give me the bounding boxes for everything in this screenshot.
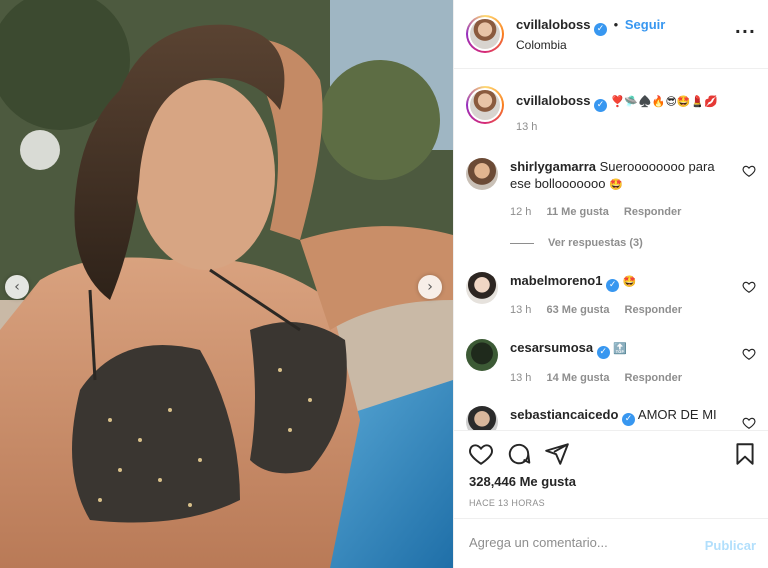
caption-row: cvillaloboss ✓ ❣️🛸♠️🔥😎🤩💄💋 13 h bbox=[466, 86, 756, 146]
send-icon[interactable] bbox=[544, 441, 570, 467]
post-time-ago[interactable]: HACE 13 HORAS bbox=[469, 498, 545, 508]
commenter-avatar[interactable] bbox=[466, 406, 498, 430]
follow-button[interactable]: Seguir bbox=[625, 17, 665, 32]
comment-row: shirlygamarra Sueroooooooo para ese boll… bbox=[466, 158, 756, 238]
commenter-avatar[interactable] bbox=[466, 158, 498, 190]
photo-scene bbox=[0, 0, 453, 568]
post-location[interactable]: Colombia bbox=[516, 38, 567, 52]
caption-time[interactable]: 13 h bbox=[516, 121, 537, 133]
likes-count[interactable]: 328,446 Me gusta bbox=[469, 474, 576, 489]
commenter-avatar[interactable] bbox=[466, 339, 498, 371]
verified-icon: ✓ bbox=[594, 99, 608, 112]
reply-button[interactable]: Responder bbox=[624, 206, 681, 218]
comment-meta: 12 h 11 Me gusta Responder bbox=[510, 206, 693, 218]
comment-composer: Publicar bbox=[454, 518, 768, 568]
comments-list[interactable]: cvillaloboss ✓ ❣️🛸♠️🔥😎🤩💄💋 13 h shirlygam… bbox=[454, 70, 768, 430]
comment-like-heart-icon[interactable] bbox=[742, 347, 756, 361]
comment-text: mabelmoreno1 ✓ 🤩 bbox=[510, 272, 725, 292]
comment-like-heart-icon[interactable] bbox=[742, 280, 756, 294]
comment-likes[interactable]: 11 Me gusta bbox=[546, 206, 608, 218]
post-side-panel: cvillaloboss ✓ • Seguir Colombia ··· cvi… bbox=[453, 0, 768, 568]
commenter-username[interactable]: mabelmoreno1 bbox=[510, 273, 602, 288]
caption-meta: 13 h bbox=[516, 121, 549, 133]
reply-button[interactable]: Responder bbox=[625, 372, 682, 384]
comment-emoji: 🤩 bbox=[609, 179, 623, 191]
instagram-post-modal: ‹ › cvillaloboss ✓ • Seguir Colombia ··· bbox=[0, 0, 768, 568]
comment-text: sebastiancaicedo ✓ AMOR DE MI bbox=[510, 406, 725, 426]
comment-like-heart-icon[interactable] bbox=[742, 164, 756, 178]
comment-text: shirlygamarra Sueroooooooo para ese boll… bbox=[510, 158, 725, 194]
publish-button[interactable]: Publicar bbox=[705, 538, 756, 553]
comment-row: cesarsumosa ✓ 🔝 13 h 14 Me gusta Respond… bbox=[466, 339, 756, 399]
comment-emoji: 🤩 bbox=[622, 276, 637, 288]
author-avatar[interactable] bbox=[466, 15, 504, 53]
comment-meta: 13 h 63 Me gusta Responder bbox=[510, 304, 694, 316]
separator-dot: • bbox=[613, 17, 619, 32]
caption-avatar[interactable] bbox=[466, 86, 504, 124]
post-actions: 328,446 Me gusta HACE 13 HORAS bbox=[454, 430, 768, 518]
caption-username[interactable]: cvillaloboss bbox=[516, 93, 590, 108]
verified-icon: ✓ bbox=[606, 279, 620, 292]
author-line: cvillaloboss ✓ • Seguir bbox=[516, 17, 665, 36]
caption-text: cvillaloboss ✓ ❣️🛸♠️🔥😎🤩💄💋 bbox=[516, 92, 756, 112]
verified-icon: ✓ bbox=[594, 23, 608, 36]
next-photo-button[interactable]: › bbox=[418, 275, 442, 299]
verified-icon: ✓ bbox=[622, 413, 636, 426]
commenter-avatar[interactable] bbox=[466, 272, 498, 304]
comment-text: cesarsumosa ✓ 🔝 bbox=[510, 339, 725, 359]
post-header: cvillaloboss ✓ • Seguir Colombia ··· bbox=[454, 0, 768, 69]
more-options-icon[interactable]: ··· bbox=[735, 22, 756, 41]
previous-photo-button[interactable]: ‹ bbox=[5, 275, 29, 299]
reply-button[interactable]: Responder bbox=[625, 304, 682, 316]
commenter-username[interactable]: cesarsumosa bbox=[510, 340, 593, 355]
comment-time[interactable]: 13 h bbox=[510, 304, 531, 316]
commenter-username[interactable]: sebastiancaicedo bbox=[510, 407, 618, 422]
caption-emojis: ❣️🛸♠️🔥😎🤩💄💋 bbox=[610, 96, 719, 108]
replies-divider bbox=[510, 242, 534, 244]
verified-icon: ✓ bbox=[596, 346, 610, 359]
comment-icon[interactable] bbox=[506, 441, 532, 467]
comment-time[interactable]: 12 h bbox=[510, 206, 531, 218]
comment-meta: 13 h 14 Me gusta Responder bbox=[510, 372, 694, 384]
comment-row: sebastiancaicedo ✓ AMOR DE MI bbox=[466, 406, 756, 430]
view-replies-button[interactable]: Ver respuestas (3) bbox=[510, 237, 643, 249]
author-username[interactable]: cvillaloboss bbox=[516, 17, 590, 32]
comment-emoji: 🔝 bbox=[613, 343, 628, 355]
comment-likes[interactable]: 14 Me gusta bbox=[546, 372, 609, 384]
post-photo: ‹ › bbox=[0, 0, 453, 568]
comment-input[interactable] bbox=[469, 535, 689, 550]
comment-likes[interactable]: 63 Me gusta bbox=[546, 304, 609, 316]
view-replies-label: Ver respuestas (3) bbox=[548, 237, 643, 249]
comment-time[interactable]: 13 h bbox=[510, 372, 531, 384]
heart-icon[interactable] bbox=[468, 441, 494, 467]
comment-row: mabelmoreno1 ✓ 🤩 13 h 63 Me gusta Respon… bbox=[466, 272, 756, 332]
comment-like-heart-icon[interactable] bbox=[742, 416, 756, 430]
commenter-username[interactable]: shirlygamarra bbox=[510, 159, 596, 174]
comment-body: AMOR DE MI bbox=[637, 407, 717, 422]
bookmark-icon[interactable] bbox=[732, 441, 758, 467]
